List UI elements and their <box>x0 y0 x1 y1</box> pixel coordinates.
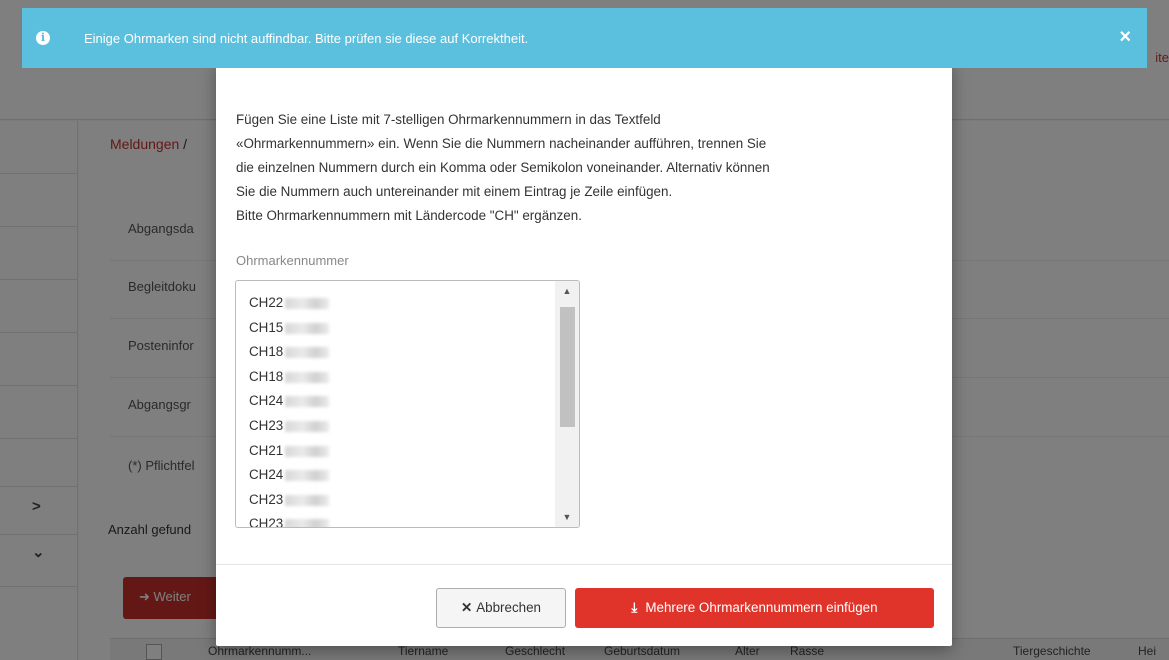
textarea-line: CH24 <box>249 463 330 488</box>
instruction-line: «Ohrmarkennummern» ein. Wenn Sie die Num… <box>236 136 767 151</box>
insert-button-label: Mehrere Ohrmarkennummern einfügen <box>645 600 878 615</box>
close-icon[interactable]: × <box>1119 27 1131 47</box>
cancel-button-label: Abbrechen <box>476 600 541 615</box>
alert-message: Einige Ohrmarken sind nicht auffindbar. … <box>84 31 529 46</box>
textarea-line: CH23 <box>249 488 330 513</box>
textarea-content: CH22 CH15 CH18 CH18 CH24 CH23 CH21 CH24 … <box>249 291 330 527</box>
scroll-down-arrow-icon[interactable]: ▼ <box>555 507 579 527</box>
instruction-line: Sie die Nummern auch untereinander mit e… <box>236 184 673 199</box>
textarea-line: CH21 <box>249 439 330 464</box>
instruction-line: die einzelnen Nummern durch ein Komma od… <box>236 160 770 175</box>
instruction-line: Fügen Sie eine Liste mit 7-stelligen Ohr… <box>236 112 661 127</box>
insert-ear-tags-modal: Fügen Sie eine Liste mit 7-stelligen Ohr… <box>216 62 952 646</box>
textarea-line: CH23 <box>249 414 330 439</box>
textarea-line: CH18 <box>249 340 330 365</box>
ear-tag-field-label: Ohrmarkennummer <box>236 253 349 268</box>
textarea-line: CH23 <box>249 512 330 527</box>
insert-multiple-button[interactable]: ⤓ Mehrere Ohrmarkennummern einfügen <box>575 588 934 628</box>
instruction-line: Bitte Ohrmarkennummern mit Ländercode "C… <box>236 208 582 223</box>
modal-instructions: Fügen Sie eine Liste mit 7-stelligen Ohr… <box>236 108 936 228</box>
textarea-line: CH22 <box>249 291 330 316</box>
download-icon: ⤓ <box>631 600 638 615</box>
cancel-button[interactable]: ✕ Abbrechen <box>436 588 566 628</box>
info-alert: i Einige Ohrmarken sind nicht auffindbar… <box>22 8 1147 68</box>
close-icon: ✕ <box>460 600 473 615</box>
screen: ite > ⌄ Meldungen / Abgangsda Begleitdok… <box>0 0 1169 660</box>
scroll-up-arrow-icon[interactable]: ▲ <box>555 281 579 301</box>
textarea-scrollbar[interactable]: ▲ ▼ <box>555 281 579 527</box>
textarea-line: CH15 <box>249 316 330 341</box>
scrollbar-thumb[interactable] <box>560 307 575 427</box>
info-circle-icon: i <box>36 31 50 45</box>
ear-tag-textarea[interactable]: CH22 CH15 CH18 CH18 CH24 CH23 CH21 CH24 … <box>235 280 580 528</box>
textarea-line: CH18 <box>249 365 330 390</box>
textarea-line: CH24 <box>249 389 330 414</box>
modal-footer: ✕ Abbrechen ⤓ Mehrere Ohrmarkennummern ein… <box>216 564 952 646</box>
